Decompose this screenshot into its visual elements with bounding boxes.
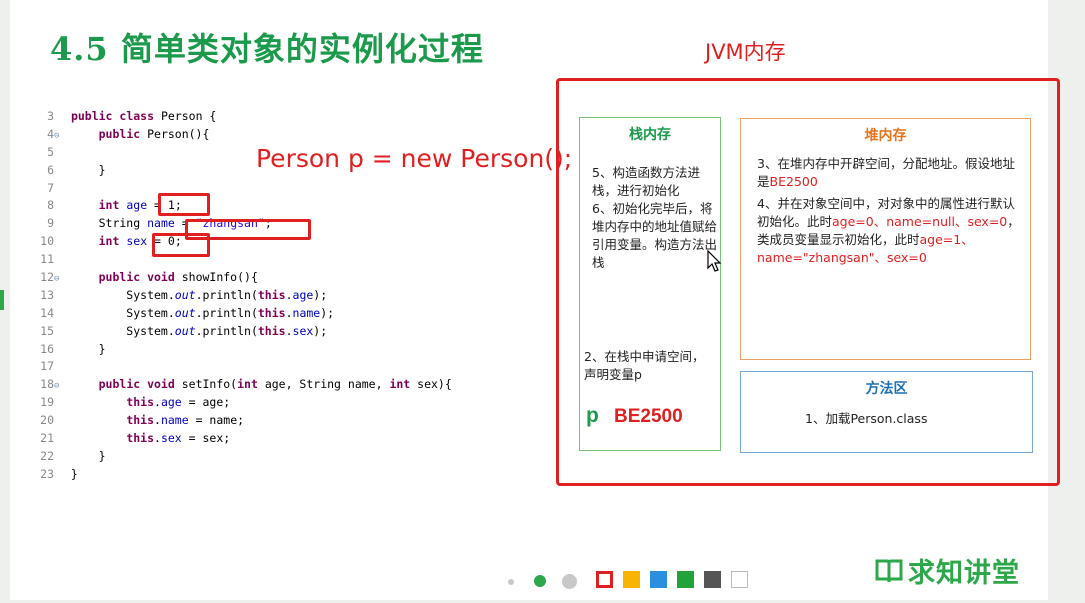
code-text: this.age = age; xyxy=(126,395,231,410)
line-number: 4 xyxy=(47,126,54,141)
brand-name: 求知讲堂 xyxy=(908,558,1020,589)
code-line: 15 System.out.println(this.sex); xyxy=(36,323,452,341)
line-number: 9 xyxy=(47,216,54,231)
code-line: 3 public class Person { xyxy=(36,108,452,126)
code-text: public class Person { xyxy=(70,109,217,123)
code-line: 22 } xyxy=(36,448,452,466)
line-number: 7 xyxy=(47,180,54,195)
side-progress-marker xyxy=(0,290,4,310)
line-number: 19 xyxy=(40,395,54,410)
line-number: 8 xyxy=(47,198,54,213)
line-number: 18 xyxy=(40,377,54,392)
line-number: 16 xyxy=(40,341,54,356)
code-line: 12⊖ public void showInfo(){ xyxy=(36,269,452,287)
line-number: 22 xyxy=(40,448,54,463)
method-area-title: 方法区 xyxy=(865,381,908,397)
pen-color-green-swatch[interactable] xyxy=(677,571,694,588)
line-number: 14 xyxy=(40,305,54,320)
code-line: 14 System.out.println(this.name); xyxy=(36,305,452,323)
stack-address-value: BE2500 xyxy=(614,406,683,427)
line-number: 23 xyxy=(40,466,54,481)
code-line: 16 } xyxy=(36,341,452,359)
pen-color-blue-swatch[interactable] xyxy=(650,571,667,588)
brand-logo: 求知讲堂 xyxy=(874,551,1020,590)
code-line: 21 this.sex = sex; xyxy=(36,430,452,448)
code-text: } xyxy=(64,448,106,463)
line-number: 5 xyxy=(47,144,54,159)
slide-nav-dot-next[interactable] xyxy=(562,574,577,589)
code-line: 20 this.name = name; xyxy=(36,412,452,430)
highlight-sex-init xyxy=(152,233,210,257)
slide-nav-dot-current[interactable] xyxy=(534,575,546,587)
code-text: this.sex = sex; xyxy=(126,431,231,446)
code-text: } xyxy=(64,341,106,356)
code-text: } xyxy=(64,466,78,481)
code-line: 19 this.age = age; xyxy=(36,394,452,412)
line-number: 21 xyxy=(40,431,54,446)
book-icon xyxy=(875,559,903,582)
code-line: 13 System.out.println(this.age); xyxy=(36,287,452,305)
line-number: 15 xyxy=(40,323,54,338)
line-number: 13 xyxy=(40,287,54,302)
pen-color-red-swatch[interactable] xyxy=(596,571,613,588)
code-line: 8 int age = 1; xyxy=(36,197,452,215)
instantiation-statement: Person p = new Person(); xyxy=(256,144,573,173)
slide-nav-dot-prev[interactable] xyxy=(508,579,514,585)
code-line: 7 xyxy=(36,180,452,198)
code-line: 18⊖ public void setInfo(int age, String … xyxy=(36,376,452,394)
code-text: } xyxy=(64,162,106,177)
heap-memory-title: 堆内存 xyxy=(864,128,907,144)
code-text: this.name = name; xyxy=(126,413,245,428)
line-number: 3 xyxy=(47,109,54,123)
code-text: public Person(){ xyxy=(98,126,210,141)
stack-memory-panel: 栈内存 5、构造函数方法进栈，进行初始化 6、初始化完毕后，将堆内存中的地址值赋… xyxy=(579,117,721,451)
code-line: 4⊖ public Person(){ xyxy=(36,126,452,144)
mouse-cursor-icon xyxy=(707,250,722,272)
code-line: 17 xyxy=(36,358,452,376)
pen-color-gray-swatch[interactable] xyxy=(704,571,721,588)
line-number: 11 xyxy=(40,252,54,267)
heap-step-3: 3、在堆内存中开辟空间，分配地址。假设地址是BE2500 xyxy=(757,156,1015,189)
stack-variable-p: p xyxy=(586,404,599,427)
code-line: 23 } xyxy=(36,466,452,484)
stack-step-2: 2、在栈中申请空间，声明变量p xyxy=(584,349,705,382)
code-text: public void setInfo(int age, String name… xyxy=(98,377,452,392)
method-step-1: 1、加载Person.class xyxy=(805,411,928,426)
line-number: 17 xyxy=(40,359,54,374)
stack-step-5-6: 5、构造函数方法进栈，进行初始化 6、初始化完毕后，将堆内存中的地址值赋给引用变… xyxy=(592,165,718,270)
jvm-memory-label: JVM内存 xyxy=(705,40,786,64)
line-number: 6 xyxy=(47,162,54,177)
line-number: 20 xyxy=(40,413,54,428)
highlight-age-init xyxy=(158,193,210,216)
heap-memory-panel: 堆内存 3、在堆内存中开辟空间，分配地址。假设地址是BE2500 4、并在对象空… xyxy=(740,118,1031,360)
pen-color-white-swatch[interactable] xyxy=(731,571,748,588)
code-text: System.out.println(this.sex); xyxy=(64,323,328,338)
code-text: System.out.println(this.name); xyxy=(64,305,335,320)
line-number: 10 xyxy=(40,234,54,249)
pen-color-yellow-swatch[interactable] xyxy=(623,571,640,588)
code-text: public void showInfo(){ xyxy=(98,270,258,285)
slide-title: 4.5 简单类对象的实例化过程 xyxy=(50,30,484,68)
line-number: 12 xyxy=(40,270,54,285)
code-text: System.out.println(this.age); xyxy=(64,287,328,302)
method-area-panel: 方法区 1、加载Person.class xyxy=(740,371,1033,453)
heap-step-4: 4、并在对象空间中，对对象中的属性进行默认初始化。此时age=0、name=nu… xyxy=(757,196,1020,265)
code-line: 11 xyxy=(36,251,452,269)
stack-memory-title: 栈内存 xyxy=(629,127,671,143)
